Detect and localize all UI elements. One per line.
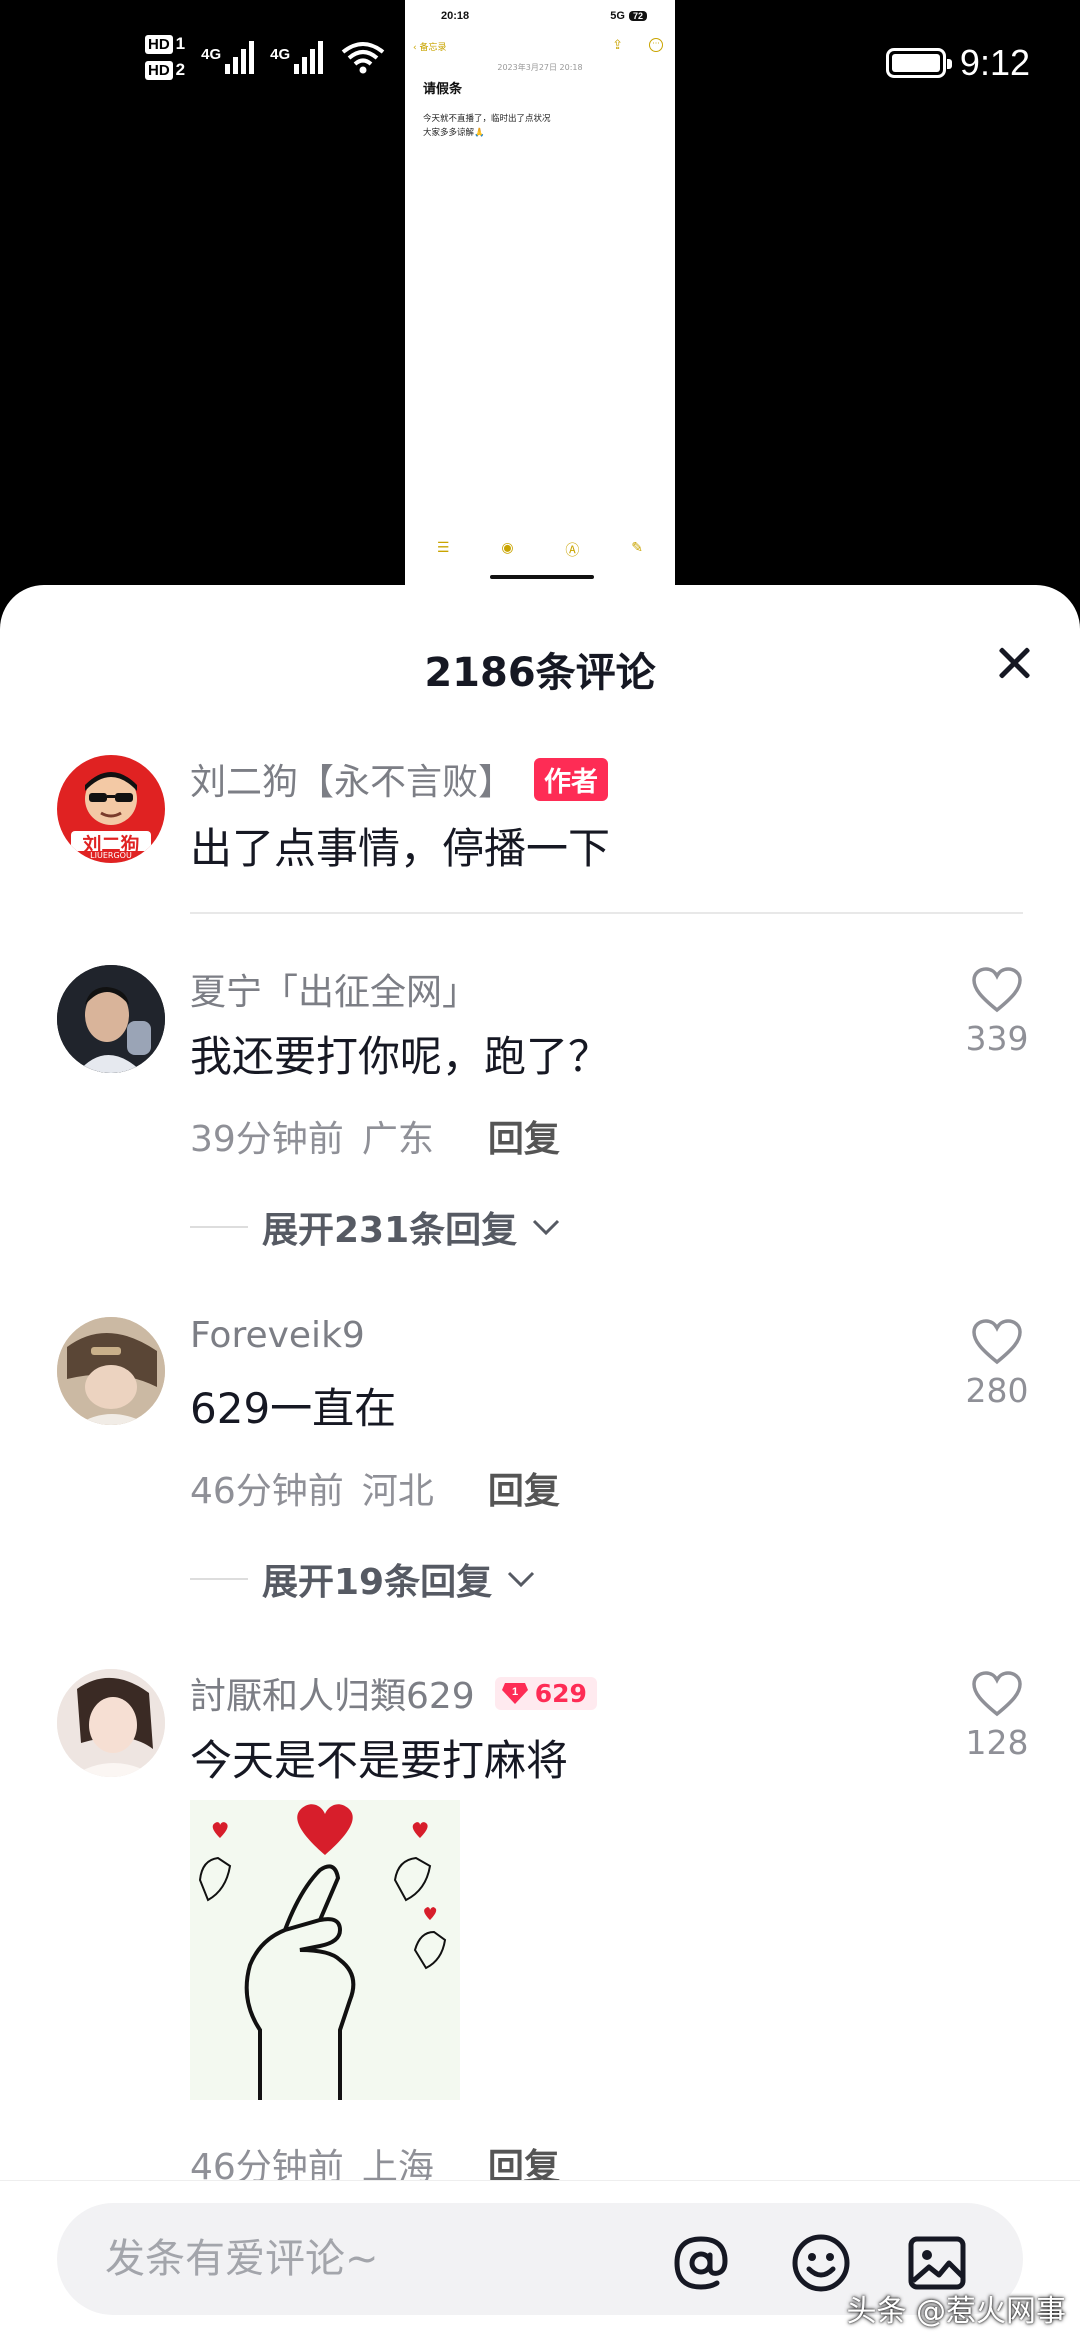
comment-text[interactable]: 今天是不是要打麻将 [190, 1727, 568, 1788]
markup-icon: Ⓐ [565, 543, 580, 559]
expand-replies-label: 展开231条回复 [262, 1210, 518, 1251]
expand-replies-label: 展开19条回复 [262, 1562, 493, 1603]
svg-text:1: 1 [512, 1686, 518, 1698]
signal-1: 4G [201, 40, 255, 74]
comment-text[interactable]: 我还要打你呢，跑了？ [190, 1023, 610, 1084]
chevron-down-icon [533, 1219, 560, 1236]
like-button[interactable]: 128 [942, 1671, 1052, 1762]
heart-icon [972, 1319, 1022, 1365]
comment-username[interactable]: 刘二狗【永不言败】 [190, 753, 514, 805]
emoji-icon[interactable] [789, 2231, 853, 2295]
avatar[interactable]: 刘二狗 LIUERGOU [57, 755, 165, 863]
hd-indicator-2: HD 2 [145, 60, 185, 80]
like-count: 128 [965, 1723, 1029, 1762]
comment-meta: 46分钟前 河北 回复 [190, 1462, 560, 1514]
status-bar-right: 9:12 [885, 42, 1030, 84]
heart-icon [972, 1671, 1022, 1717]
notes-back-link: ‹ 备忘录 [413, 43, 447, 53]
compose-icon: ✎ [631, 540, 644, 556]
gem-icon: 1 [501, 1683, 528, 1704]
battery-icon [885, 48, 952, 78]
comment-time: 39分钟前 [190, 1119, 344, 1160]
status-bar-left: HD 1 HD 2 4G 4G [145, 34, 385, 80]
embedded-note-screenshot: 20:18 5G 72 ‹ 备忘录 ⇪ ··· 2023年3月27日 20:18 … [405, 0, 675, 588]
hd-indicator-1: HD 1 [145, 34, 185, 54]
clock: 9:12 [959, 42, 1030, 83]
comment-author-row: 刘二狗【永不言败】 作者 [190, 753, 609, 805]
signal-bars-icon [294, 40, 324, 74]
author-badge: 作者 [534, 757, 609, 801]
like-count: 280 [965, 1371, 1029, 1410]
wifi-icon [341, 42, 385, 74]
like-button[interactable]: 280 [942, 1319, 1052, 1410]
divider [190, 912, 1023, 914]
avatar[interactable] [57, 965, 165, 1073]
finger-heart-sticker[interactable] [190, 1800, 460, 2100]
note-date: 2023年3月27日 20:18 [497, 63, 583, 72]
notes-nav-bar: ‹ 备忘录 ⇪ ··· [405, 38, 675, 60]
comment-username[interactable]: 討厭和人归類629 [190, 1667, 475, 1719]
camera-icon: ◉ [501, 540, 514, 556]
mention-icon[interactable] [669, 2231, 733, 2295]
comment-time: 46分钟前 [190, 1471, 344, 1512]
comment-meta: 39分钟前 广东 回复 [190, 1110, 560, 1162]
like-button[interactable]: 339 [942, 967, 1052, 1058]
comment-location: 河北 [361, 1471, 434, 1512]
notes-toolbar: ☰ ◉ Ⓐ ✎ [405, 540, 675, 560]
video-area[interactable]: HD1 HD2 4G 4G 9:12 20:18 5G72 ‹ 备忘录 ⇪ [0, 0, 1080, 620]
reply-button[interactable]: 回复 [488, 1110, 560, 1162]
avatar-sublabel: LIUERGOU [90, 851, 132, 860]
volte-indicators: HD 1 HD 2 [145, 34, 185, 80]
avatar[interactable] [57, 1317, 165, 1425]
heart-icon [972, 967, 1022, 1013]
comment-username[interactable]: Foreveik9 [190, 1315, 365, 1356]
comment-author-row: 夏宁「出征全网」 [190, 963, 478, 1015]
comment-count-title: 2186条评论 [424, 650, 656, 696]
note-title: 请假条 [423, 82, 463, 97]
comment-input-bar: 头条 @惹火网事 [0, 2180, 1080, 2340]
signal-bars-icon [225, 40, 255, 74]
like-count: 339 [965, 1019, 1029, 1058]
embedded-battery-icon: 72 [628, 11, 647, 21]
comment-input[interactable] [105, 2203, 685, 2315]
expand-replies-button[interactable]: 展开231条回复 [190, 1201, 561, 1253]
comment-text[interactable]: 629一直在 [190, 1375, 396, 1436]
reply-button[interactable]: 回复 [488, 1462, 560, 1514]
comment-text[interactable]: 出了点事情，停播一下 [190, 815, 610, 876]
chevron-down-icon [508, 1571, 535, 1588]
comment-sheet: 2186条评论 刘二狗 LIUERGOU 刘二狗【永不言败】 作者 出了点事情，… [0, 585, 1080, 2340]
comment-author-row: 討厭和人归類629 1 629 [190, 1667, 597, 1719]
comment-username[interactable]: 夏宁「出征全网」 [190, 963, 478, 1015]
checklist-icon: ☰ [436, 540, 450, 556]
comment-author-row: Foreveik9 [190, 1315, 365, 1356]
fan-badge-value: 629 [534, 1678, 587, 1708]
avatar[interactable] [57, 1669, 165, 1777]
comment-location: 广东 [361, 1119, 434, 1160]
source-watermark: 头条 @惹火网事 [846, 2294, 1066, 2329]
signal-2: 4G [270, 40, 324, 74]
more-icon: ··· [649, 38, 663, 52]
home-indicator [490, 575, 594, 579]
note-body: 今天就不直播了，临时出了点状况 大家多多谅解🙏 [423, 114, 551, 138]
share-icon: ⇪ [612, 38, 623, 53]
expand-replies-button[interactable]: 展开19条回复 [190, 1553, 536, 1605]
fan-club-badge: 1 629 [494, 1676, 597, 1710]
close-icon[interactable] [986, 635, 1042, 691]
